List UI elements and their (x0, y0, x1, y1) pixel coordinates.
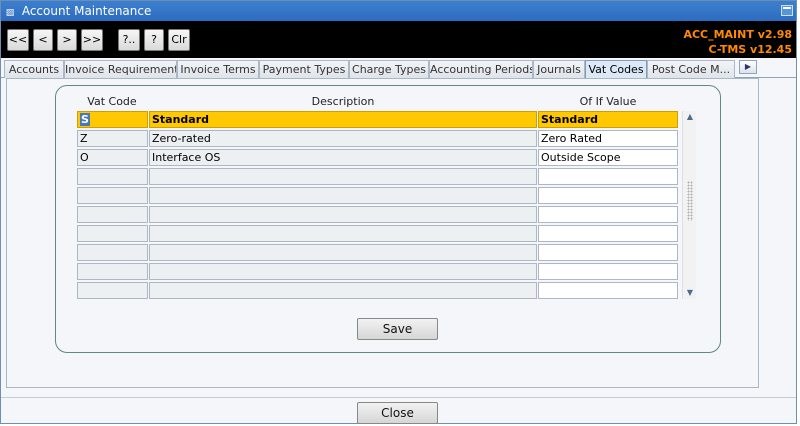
tab-payment-types[interactable]: Payment Types (259, 60, 349, 78)
toolbar: << < > >> ?.. ? Clr ACC_MAINT v2.98 C-TM… (1, 21, 796, 58)
tab-accounting-periods[interactable]: Accounting Periods (429, 60, 533, 78)
of-if-value-cell[interactable]: Outside Scope (538, 149, 678, 166)
tab-accounts[interactable]: Accounts (4, 60, 64, 78)
of-if-value-cell[interactable] (538, 263, 678, 280)
of-if-value-cell[interactable] (538, 168, 678, 185)
help-button[interactable]: ? (144, 29, 164, 51)
description-cell[interactable] (149, 244, 537, 261)
of-if-value-cell[interactable]: Standard (538, 111, 678, 128)
description-cell[interactable] (149, 282, 537, 299)
window-title: Account Maintenance (21, 4, 152, 18)
vat-code-cell[interactable] (77, 244, 148, 261)
tab-invoice-terms[interactable]: Invoice Terms (177, 60, 259, 78)
vat-code-cell[interactable] (77, 225, 148, 242)
first-record-button[interactable]: << (7, 29, 29, 51)
description-cell[interactable]: Zero-rated (149, 130, 537, 147)
tab-invoice-requirements[interactable]: Invoice Requirements (64, 60, 177, 78)
scroll-grip[interactable] (687, 181, 693, 221)
tab-vat-codes[interactable]: Vat Codes (585, 60, 647, 78)
previous-record-button[interactable]: < (33, 29, 53, 51)
query-button[interactable]: ?.. (118, 29, 140, 51)
save-button[interactable]: Save (357, 318, 438, 340)
vat-code-cell[interactable] (77, 282, 148, 299)
col-header-of-if-value: Of If Value (579, 95, 637, 108)
of-if-value-cell[interactable] (538, 187, 678, 204)
description-cell[interactable] (149, 263, 537, 280)
divider (1, 397, 796, 398)
description-cell[interactable]: Interface OS (149, 149, 537, 166)
vat-code-cell[interactable]: S (77, 111, 148, 128)
tab-journals[interactable]: Journals (533, 60, 585, 78)
scroll-down-icon[interactable]: ▼ (683, 287, 697, 299)
close-button[interactable]: Close (357, 402, 438, 424)
vat-code-cell[interactable]: Z (77, 130, 148, 147)
vat-code-cell[interactable] (77, 168, 148, 185)
vat-code-cell[interactable]: O (77, 149, 148, 166)
version-label: ACC_MAINT v2.98 (683, 28, 792, 41)
next-record-button[interactable]: > (57, 29, 77, 51)
vat-code-cell[interactable] (77, 206, 148, 223)
tab-bar: Accounts Invoice Requirements Invoice Te… (1, 60, 796, 78)
scroll-up-icon[interactable]: ▲ (683, 111, 697, 123)
description-cell[interactable] (149, 168, 537, 185)
of-if-value-cell[interactable] (538, 225, 678, 242)
of-if-value-cell[interactable] (538, 244, 678, 261)
maximize-button[interactable] (781, 5, 793, 16)
vat-code-cell[interactable] (77, 187, 148, 204)
tab-charge-types[interactable]: Charge Types (349, 60, 429, 78)
title-bar: ▨ Account Maintenance (1, 1, 796, 21)
tab-post-code-m[interactable]: Post Code M... (647, 60, 735, 78)
vat-code-value: S (80, 113, 90, 126)
of-if-value-cell[interactable] (538, 282, 678, 299)
of-if-value-cell[interactable]: Zero Rated (538, 130, 678, 147)
tab-scroll-right-icon[interactable]: ▶ (739, 60, 757, 74)
description-cell[interactable] (149, 206, 537, 223)
vat-code-cell[interactable] (77, 263, 148, 280)
col-header-vat-code: Vat Code (87, 95, 137, 108)
ctms-version-label: C-TMS v12.45 (708, 43, 792, 56)
description-cell[interactable] (149, 225, 537, 242)
clear-button[interactable]: Clr (168, 29, 190, 51)
of-if-value-cell[interactable] (538, 206, 678, 223)
col-header-description: Description (311, 95, 375, 108)
table-scrollbar[interactable]: ▲ ▼ (682, 111, 696, 299)
description-cell[interactable]: Standard (149, 111, 537, 128)
account-maintenance-window: ▨ Account Maintenance << < > >> ?.. ? Cl… (0, 0, 797, 424)
description-cell[interactable] (149, 187, 537, 204)
last-record-button[interactable]: >> (81, 29, 103, 51)
window-icon: ▨ (5, 8, 15, 18)
